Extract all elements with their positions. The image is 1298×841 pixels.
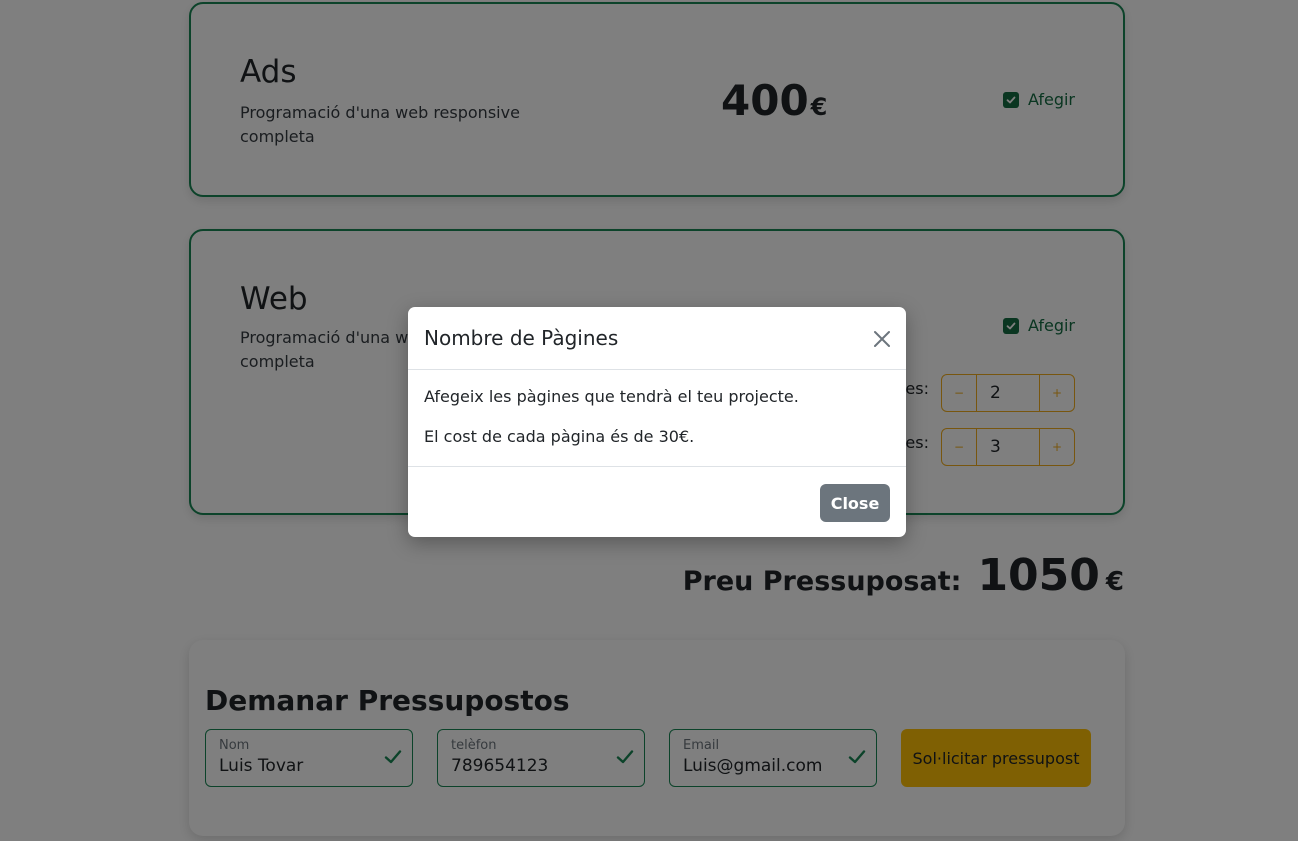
pages-info-modal: Nombre de Pàgines Afegeix les pàgines qu… xyxy=(408,307,906,537)
modal-title: Nombre de Pàgines xyxy=(424,326,619,350)
page: Ads Programació d'una web responsive com… xyxy=(0,0,1298,841)
modal-body: Afegeix les pàgines que tendrà el teu pr… xyxy=(424,387,799,467)
modal-footer: Close xyxy=(408,466,906,537)
close-icon[interactable] xyxy=(872,329,892,349)
modal-header: Nombre de Pàgines xyxy=(408,307,906,370)
close-button[interactable]: Close xyxy=(820,484,890,522)
modal-body-line: Afegeix les pàgines que tendrà el teu pr… xyxy=(424,387,799,406)
modal-body-line: El cost de cada pàgina és de 30€. xyxy=(424,427,695,446)
